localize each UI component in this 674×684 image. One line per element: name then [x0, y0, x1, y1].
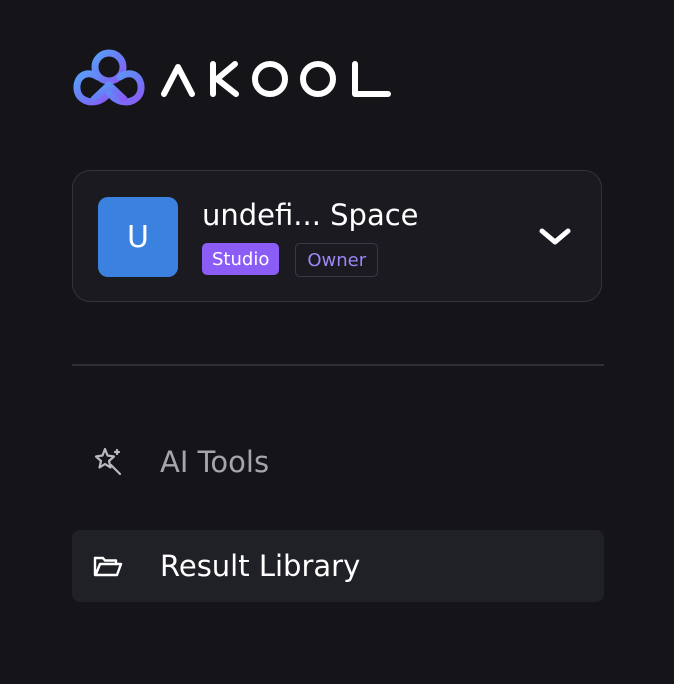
role-badge: Owner [295, 243, 379, 277]
sidebar: U undefi... Space Studio Owner AI Tools [0, 0, 674, 684]
folder-open-icon [92, 550, 124, 582]
workspace-avatar: U [98, 197, 178, 277]
akool-wordmark-graphic [161, 61, 391, 97]
akool-logo[interactable] [72, 46, 392, 110]
nav-item-result-library[interactable]: Result Library [72, 530, 604, 602]
chevron-down-icon[interactable] [537, 221, 573, 251]
workspace-name: undefi... Space [202, 198, 419, 232]
nav-item-label: AI Tools [160, 445, 270, 479]
akool-cloud-logo-icon [73, 49, 145, 106]
workspace-switcher[interactable]: U undefi... Space Studio Owner [72, 170, 602, 302]
plan-badge: Studio [202, 243, 280, 275]
nav-item-ai-tools[interactable]: AI Tools [72, 426, 604, 498]
nav-item-label: Result Library [160, 549, 361, 583]
workspace-badges: Studio Owner [202, 243, 379, 277]
akool-wordmark [160, 59, 392, 97]
magic-wand-sparkle-icon [92, 446, 124, 478]
divider [72, 364, 604, 366]
